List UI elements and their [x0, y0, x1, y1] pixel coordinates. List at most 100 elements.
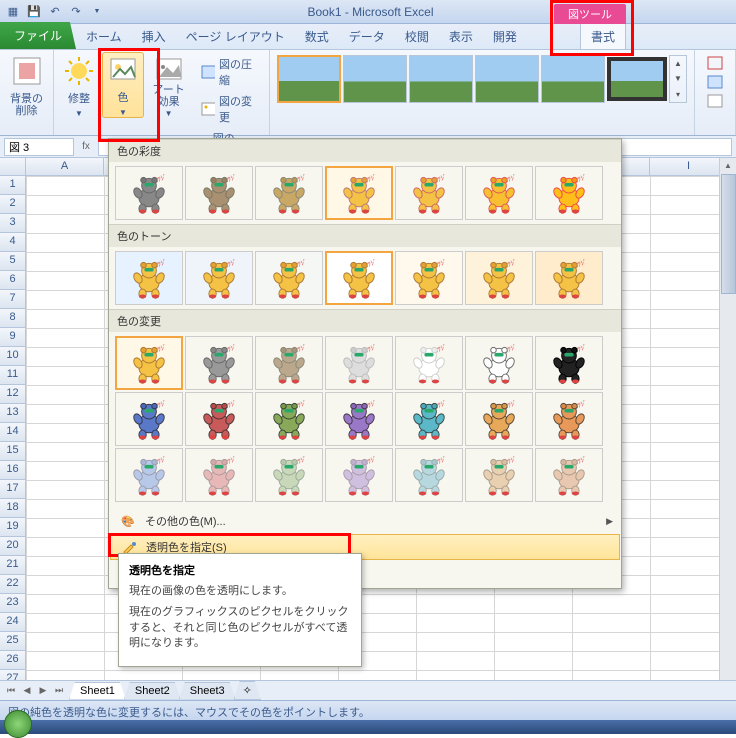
recolor-thumb[interactable]: ﾋﾂｼﾞ: [185, 448, 253, 502]
row-header[interactable]: 4: [0, 233, 26, 252]
row-header[interactable]: 5: [0, 252, 26, 271]
row-header[interactable]: 9: [0, 328, 26, 347]
redo-icon[interactable]: ↷: [67, 3, 85, 21]
tab-view[interactable]: 表示: [439, 24, 483, 49]
file-tab[interactable]: ファイル: [0, 22, 76, 49]
row-header[interactable]: 7: [0, 290, 26, 309]
row-header[interactable]: 8: [0, 309, 26, 328]
fx-icon[interactable]: fx: [78, 141, 94, 152]
row-header[interactable]: 6: [0, 271, 26, 290]
picture-effects-button[interactable]: [701, 73, 729, 91]
tab-review[interactable]: 校閲: [395, 24, 439, 49]
style-thumb[interactable]: [277, 55, 341, 103]
tab-formulas[interactable]: 数式: [295, 24, 339, 49]
saturation-thumb[interactable]: ﾋﾂｼﾞ: [325, 166, 393, 220]
row-header[interactable]: 12: [0, 385, 26, 404]
row-header[interactable]: 24: [0, 613, 26, 632]
tone-thumb[interactable]: ﾋﾂｼﾞ: [115, 251, 183, 305]
col-header[interactable]: I: [650, 158, 728, 176]
corrections-button[interactable]: 修整 ▼: [58, 52, 100, 118]
recolor-thumb[interactable]: ﾋﾂｼﾞ: [535, 336, 603, 390]
recolor-thumb[interactable]: ﾋﾂｼﾞ: [115, 336, 183, 390]
recolor-thumb[interactable]: ﾋﾂｼﾞ: [535, 448, 603, 502]
tone-thumb[interactable]: ﾋﾂｼﾞ: [465, 251, 533, 305]
tab-format[interactable]: 書式: [580, 23, 626, 49]
saturation-thumb[interactable]: ﾋﾂｼﾞ: [395, 166, 463, 220]
tone-thumb[interactable]: ﾋﾂｼﾞ: [185, 251, 253, 305]
recolor-thumb[interactable]: ﾋﾂｼﾞ: [255, 336, 323, 390]
col-header[interactable]: A: [26, 158, 104, 176]
row-header[interactable]: 10: [0, 347, 26, 366]
gallery-more-icon[interactable]: ▲▼▾: [669, 55, 687, 103]
row-header[interactable]: 18: [0, 499, 26, 518]
more-colors-item[interactable]: 🎨 その他の色(M)... ▶: [109, 508, 621, 534]
row-header[interactable]: 3: [0, 214, 26, 233]
recolor-thumb[interactable]: ﾋﾂｼﾞ: [185, 392, 253, 446]
color-button[interactable]: 色 ▼: [102, 52, 144, 118]
save-icon[interactable]: 💾: [25, 3, 43, 21]
recolor-thumb[interactable]: ﾋﾂｼﾞ: [255, 392, 323, 446]
recolor-thumb[interactable]: ﾋﾂｼﾞ: [465, 392, 533, 446]
row-header[interactable]: 2: [0, 195, 26, 214]
sheet-tab-3[interactable]: Sheet3: [179, 682, 236, 700]
recolor-thumb[interactable]: ﾋﾂｼﾞ: [465, 448, 533, 502]
tone-thumb[interactable]: ﾋﾂｼﾞ: [255, 251, 323, 305]
tab-data[interactable]: データ: [339, 24, 395, 49]
style-thumb[interactable]: [541, 55, 605, 103]
recolor-thumb[interactable]: ﾋﾂｼﾞ: [325, 336, 393, 390]
style-thumb[interactable]: [409, 55, 473, 103]
tab-pagelayout[interactable]: ページ レイアウト: [176, 24, 295, 49]
saturation-thumb[interactable]: ﾋﾂｼﾞ: [115, 166, 183, 220]
row-header[interactable]: 1: [0, 176, 26, 195]
style-thumb[interactable]: [343, 55, 407, 103]
style-thumb[interactable]: [475, 55, 539, 103]
row-header[interactable]: 26: [0, 651, 26, 670]
saturation-thumb[interactable]: ﾋﾂｼﾞ: [535, 166, 603, 220]
name-box[interactable]: [4, 138, 74, 156]
select-all-corner[interactable]: [0, 158, 26, 176]
sheet-nav[interactable]: ⏮◀▶⏭: [0, 685, 70, 696]
sheet-tab-1[interactable]: Sheet1: [69, 682, 126, 700]
saturation-thumb[interactable]: ﾋﾂｼﾞ: [255, 166, 323, 220]
picture-layout-button[interactable]: [701, 92, 729, 110]
tone-thumb[interactable]: ﾋﾂｼﾞ: [535, 251, 603, 305]
row-header[interactable]: 13: [0, 404, 26, 423]
row-header[interactable]: 17: [0, 480, 26, 499]
recolor-thumb[interactable]: ﾋﾂｼﾞ: [115, 392, 183, 446]
qat-dropdown-icon[interactable]: ▼: [88, 3, 106, 21]
recolor-thumb[interactable]: ﾋﾂｼﾞ: [255, 448, 323, 502]
picture-styles-gallery[interactable]: ▲▼▾: [274, 52, 690, 106]
row-header[interactable]: 22: [0, 575, 26, 594]
row-header[interactable]: 11: [0, 366, 26, 385]
recolor-thumb[interactable]: ﾋﾂｼﾞ: [115, 448, 183, 502]
recolor-thumb[interactable]: ﾋﾂｼﾞ: [395, 392, 463, 446]
remove-background-button[interactable]: 背景の 削除: [4, 52, 49, 118]
undo-icon[interactable]: ↶: [46, 3, 64, 21]
recolor-thumb[interactable]: ﾋﾂｼﾞ: [185, 336, 253, 390]
row-header[interactable]: 25: [0, 632, 26, 651]
row-header[interactable]: 20: [0, 537, 26, 556]
recolor-thumb[interactable]: ﾋﾂｼﾞ: [395, 448, 463, 502]
row-header[interactable]: 21: [0, 556, 26, 575]
recolor-thumb[interactable]: ﾋﾂｼﾞ: [325, 448, 393, 502]
vertical-scrollbar[interactable]: ▲: [719, 158, 736, 680]
tone-thumb[interactable]: ﾋﾂｼﾞ: [325, 251, 393, 305]
recolor-thumb[interactable]: ﾋﾂｼﾞ: [535, 392, 603, 446]
style-thumb[interactable]: [607, 57, 667, 101]
artistic-effects-button[interactable]: アート効果 ▼: [146, 52, 191, 118]
row-header[interactable]: 16: [0, 461, 26, 480]
row-header[interactable]: 19: [0, 518, 26, 537]
tab-developer[interactable]: 開発: [483, 24, 527, 49]
row-header[interactable]: 15: [0, 442, 26, 461]
change-picture-button[interactable]: 図の変更: [195, 91, 263, 127]
recolor-thumb[interactable]: ﾋﾂｼﾞ: [465, 336, 533, 390]
tab-insert[interactable]: 挿入: [132, 24, 176, 49]
saturation-thumb[interactable]: ﾋﾂｼﾞ: [185, 166, 253, 220]
saturation-thumb[interactable]: ﾋﾂｼﾞ: [465, 166, 533, 220]
recolor-thumb[interactable]: ﾋﾂｼﾞ: [395, 336, 463, 390]
row-header[interactable]: 14: [0, 423, 26, 442]
row-header[interactable]: 23: [0, 594, 26, 613]
picture-border-button[interactable]: [701, 54, 729, 72]
tab-home[interactable]: ホーム: [76, 24, 132, 49]
recolor-thumb[interactable]: ﾋﾂｼﾞ: [325, 392, 393, 446]
